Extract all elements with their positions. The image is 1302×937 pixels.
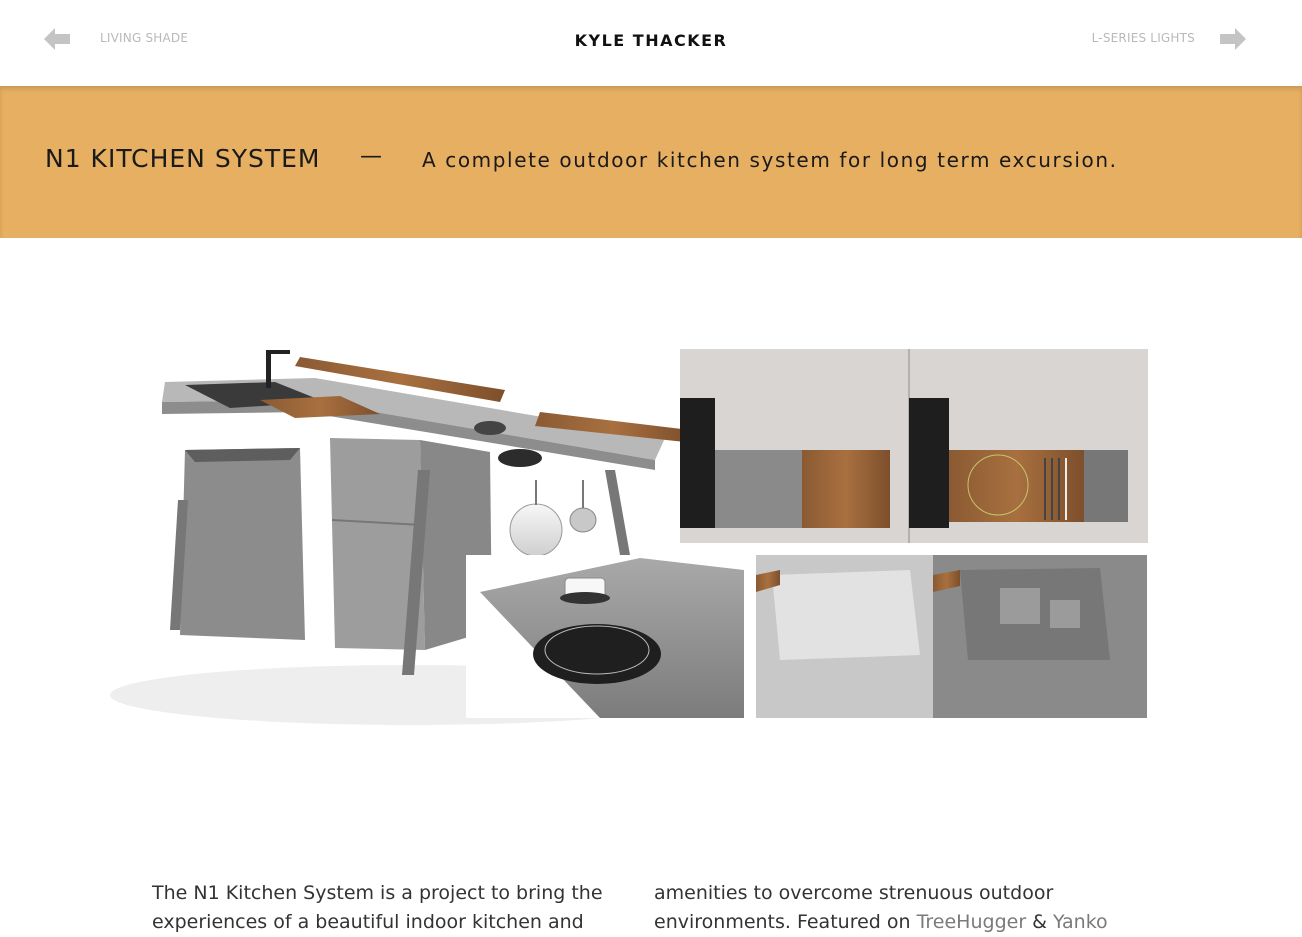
drawer-detail-render [680, 349, 1148, 543]
storage-detail-render [756, 555, 1147, 718]
top-nav: LIVING SHADE KYLE THACKER L-SERIES LIGHT… [0, 0, 1302, 86]
project-description-left: The N1 Kitchen System is a project to br… [152, 882, 603, 933]
project-description-right: amenities to overcome strenuous outdoor … [654, 879, 1124, 937]
burner-detail-render [466, 555, 744, 718]
treehugger-link[interactable]: TreeHugger [917, 911, 1027, 933]
yanko-link[interactable]: Yanko [1053, 911, 1108, 933]
project-subtitle: A complete outdoor kitchen system for lo… [422, 148, 1118, 172]
next-project-link[interactable]: L-SERIES LIGHTS [1092, 31, 1195, 45]
ampersand-text: & [1026, 911, 1054, 933]
title-separator: — [360, 144, 382, 169]
project-hero-image [80, 330, 1160, 740]
project-title: N1 KITCHEN SYSTEM [45, 144, 321, 173]
arrow-right-icon[interactable] [1220, 28, 1246, 50]
project-banner: N1 KITCHEN SYSTEM — A complete outdoor k… [0, 86, 1302, 238]
